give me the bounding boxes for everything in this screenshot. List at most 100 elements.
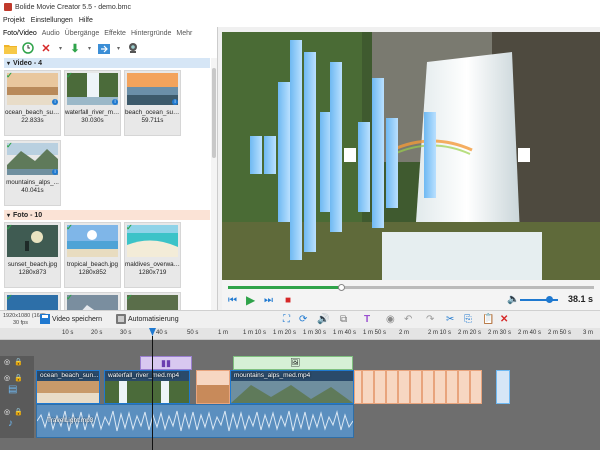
tab-mehr[interactable]: Mehr [176,30,192,37]
rotate-icon[interactable]: ⟳ [299,314,307,325]
add-to-timeline-button[interactable]: ⬇ [68,41,82,55]
eye-icon[interactable]: ◎ [4,374,10,382]
play-icon[interactable]: ▶ [246,293,255,307]
speaker-icon[interactable]: 🔊 [317,314,329,325]
save-video-button[interactable]: Video speichern [40,314,102,324]
seek-bar[interactable] [228,284,594,291]
volume-handle[interactable] [546,296,553,303]
scrollbar-thumb[interactable] [212,68,216,158]
film-icon: ▤ [8,384,18,395]
visualizer-bar [304,52,316,252]
menu-einstellungen[interactable]: Einstellungen [31,17,73,24]
add-dropdown[interactable]: ▾ [86,41,93,55]
photo-clips-group[interactable] [354,370,482,404]
media-item[interactable]: ✓ i waterfall_river_me... 30.030s [64,70,121,136]
undo-icon[interactable]: ↶ [404,314,412,325]
tab-uebergaenge[interactable]: Übergänge [65,30,100,37]
photo-clip[interactable] [196,370,230,404]
tab-hintergruende[interactable]: Hintergründe [131,30,171,37]
tab-effekte[interactable]: Effekte [104,30,126,37]
media-item[interactable]: ✓ [64,292,121,310]
automation-button[interactable]: Automatisierung [116,314,179,324]
media-item[interactable]: ✓ sunset_beach.jpg 1280x873 [4,222,61,288]
media-resolution: 1280x719 [138,269,167,276]
menu-projekt[interactable]: Projekt [3,17,25,24]
ruler-label: 2 m 20 s [458,330,482,336]
eye-icon[interactable]: ◎ [4,408,10,416]
media-duration: 30.030s [81,117,104,124]
video-clip[interactable]: ocean_beach_sun... [36,370,100,404]
ruler-label: 2 m 30 s [488,330,512,336]
visualizer-bar [344,148,356,162]
copy-icon[interactable]: ⎘ [464,314,472,325]
ruler-label: 50 s [187,330,199,336]
media-item[interactable]: ✓ maldives_overwat... 1280x719 [124,222,181,288]
ruler-label: 1 m 10 s [243,330,267,336]
import-button[interactable] [97,41,111,55]
timer-button[interactable] [21,41,35,55]
save-video-label: Video speichern [52,315,103,323]
info-icon: i [52,169,58,175]
delete-icon[interactable]: ✕ [500,314,508,325]
eye-icon[interactable]: ◎ [4,358,10,366]
tab-audio[interactable]: Audio [42,30,60,37]
foto-section-header[interactable]: ▾ Foto - 10 [4,210,210,220]
volume-icon[interactable]: 🔈 [507,294,519,305]
delete-dropdown[interactable]: ▾ [57,41,64,55]
audio-clip[interactable]: TravelLight.mp3 [36,404,354,438]
ruler-label: 1 m 30 s [303,330,327,336]
ruler-label: 3 m [583,330,594,336]
lock-icon[interactable]: 🔒 [14,408,23,416]
delete-button[interactable]: ✕ [39,41,53,55]
lock-icon[interactable]: 🔒 [14,374,23,382]
ruler-label: 1 m 50 s [363,330,387,336]
menu-hilfe[interactable]: Hilfe [79,17,93,24]
media-item[interactable]: ✓ tropical_beach.jpg 1280x852 [64,222,121,288]
ruler-label: 2 m 40 s [518,330,542,336]
open-folder-button[interactable] [3,41,17,55]
media-item[interactable]: i beach_ocean_suns... 59.711s [124,70,181,136]
playhead[interactable] [152,336,153,450]
foto-section-label: Foto - 10 [13,211,43,219]
media-item[interactable]: ✓ i mountains_alps_... 40.041s [4,140,61,206]
video-clip[interactable]: mountains_alps_med.mp4 [230,370,354,404]
timeline-ruler[interactable]: 10 s 20 s 30 s 40 s 50 s 1 m 1 m 10 s 1 … [0,328,600,340]
automation-icon [116,314,126,324]
import-dropdown[interactable]: ▾ [115,41,122,55]
stop-icon[interactable]: ■ [285,295,291,306]
text-icon[interactable]: T [364,314,370,325]
seek-handle[interactable] [338,284,346,291]
crop-icon[interactable]: ⛶ [283,314,290,325]
timeline-tracks: ◎ 🔒 ◎ 🔒 ▤ ◎ 🔒 ♪ ▮▮ 🖼 ocean_beach_sun... … [0,340,600,450]
end-clip[interactable] [496,370,510,404]
ruler-label: 20 s [91,330,103,336]
title-clip[interactable]: ▮▮ [140,356,192,370]
media-item[interactable]: ✓ i ocean_beach_suns... 22.833s [4,70,61,136]
video-section-header[interactable]: ▾ Video - 4 [4,58,210,68]
chevron-down-icon: ▾ [7,212,11,219]
check-icon: ✓ [126,223,133,232]
tab-foto-video[interactable]: Foto/Video [3,30,37,37]
lock-icon[interactable]: 🔒 [14,358,23,366]
redo-icon[interactable]: ↷ [426,314,434,325]
video-clip[interactable]: waterfall_river_med.mp4 [104,370,190,404]
check-icon: ✓ [66,293,73,302]
chevron-down-icon: ▾ [116,45,120,52]
scissors-icon[interactable]: ✂ [446,314,454,325]
visualizer-bar [372,78,384,228]
mask-icon[interactable]: ◉ [386,314,395,325]
skip-forward-icon[interactable]: ⏭ [264,295,273,306]
media-tabs: Foto/Video Audio Übergänge Effekte Hinte… [0,27,217,39]
effect-clip[interactable]: 🖼 [233,356,353,370]
preview-frame [222,32,600,280]
track-header-audio: ◎ 🔒 ♪ [0,404,34,438]
visualizer-bar [386,118,398,208]
media-item[interactable]: ✓ [4,292,61,310]
record-button[interactable] [126,41,140,55]
media-item[interactable]: ✓ [124,292,181,310]
ruler-label: 1 m 20 s [273,330,297,336]
paste-icon[interactable]: 📋 [482,314,494,325]
media-scrollbar[interactable] [211,58,217,310]
skip-back-icon[interactable]: ⏮ [228,295,237,306]
split-icon[interactable]: ⧉ [340,314,347,325]
